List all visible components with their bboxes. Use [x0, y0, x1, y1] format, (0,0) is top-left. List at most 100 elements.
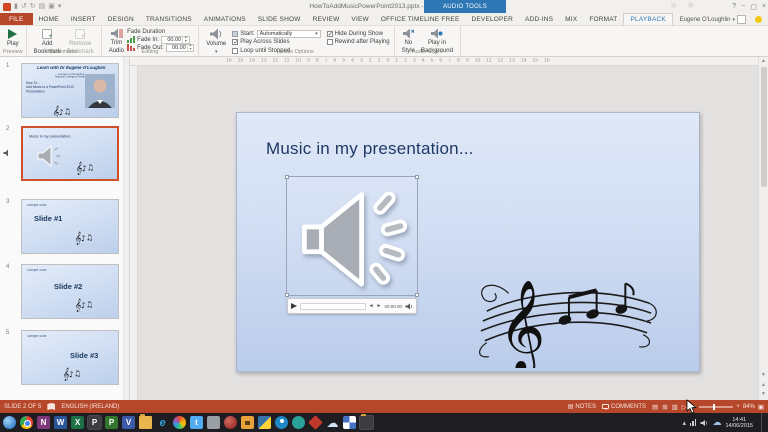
zoom-slider-thumb[interactable]	[713, 404, 715, 410]
new-slide-icon[interactable]: ▤	[39, 3, 46, 11]
file-explorer-icon[interactable]	[139, 416, 152, 429]
network-app-icon[interactable]	[292, 416, 305, 429]
checkbox-icon[interactable]	[327, 39, 333, 45]
project-icon[interactable]: P	[105, 416, 118, 429]
thumbnail-slide-1[interactable]: 1 Learn with Dr Eugene O'Loughlin Lectur…	[0, 63, 124, 120]
play-across-slides-option[interactable]: Play Across Slides	[232, 39, 320, 46]
network-icon[interactable]	[690, 419, 697, 426]
hide-during-show-option[interactable]: Hide During Show	[327, 30, 390, 37]
word-icon[interactable]: W	[54, 416, 67, 429]
audio-player-bar[interactable]: ◄ ► 00:00.00	[287, 298, 417, 314]
zoom-out-button[interactable]: −	[693, 404, 697, 410]
spinner-arrows-icon[interactable]: ▲▼	[182, 36, 188, 43]
player-progress-bar[interactable]	[300, 303, 366, 310]
audio-object-selection[interactable]	[286, 176, 418, 296]
volume-tray-icon[interactable]	[700, 419, 708, 427]
tab-review[interactable]: REVIEW	[307, 13, 346, 25]
powerpoint-app-icon[interactable]	[3, 3, 11, 11]
player-forward-button[interactable]: ►	[377, 304, 382, 309]
thumbnail-slide-4[interactable]: 4 Sample Slide Slide #2 𝄞♪♫	[0, 264, 124, 322]
twitter-icon[interactable]: t	[190, 416, 203, 429]
remote-desktop-icon[interactable]	[343, 416, 356, 429]
excel-icon[interactable]: X	[71, 416, 84, 429]
start-button[interactable]	[3, 416, 16, 429]
slide-sorter-view-button[interactable]: ⊞	[662, 403, 667, 411]
onenote-icon[interactable]: N	[37, 416, 50, 429]
thumbnail-slide-5[interactable]: 5 Sample Slide Slide #3 𝄞♪♫	[0, 330, 124, 388]
zoom-in-button[interactable]: +	[736, 404, 740, 410]
tab-add-ins[interactable]: ADD-INS	[519, 13, 559, 25]
onedrive-tray-icon[interactable]: ☁	[712, 417, 721, 428]
checkbox-checked-icon[interactable]	[327, 31, 333, 37]
powerpoint-taskbar-icon[interactable]: P	[88, 416, 101, 429]
panel-scrollbar[interactable]	[123, 57, 129, 400]
vertical-scrollbar[interactable]: ▲ ▼ ▲ ▼	[758, 57, 768, 400]
fade-in-spinner[interactable]: 00.00 ▲▼	[161, 36, 189, 44]
diamond-app-icon[interactable]	[308, 415, 323, 430]
color-wheel-app-icon[interactable]	[173, 416, 186, 429]
resize-handle[interactable]	[415, 293, 419, 297]
spell-check-icon[interactable]	[47, 403, 55, 410]
save-icon[interactable]: ▮	[14, 3, 18, 11]
language-indicator[interactable]: ENGLISH (IRELAND)	[61, 404, 119, 410]
tray-expand-icon[interactable]: ▴	[682, 419, 686, 427]
thumbnail-slide-2[interactable]: 2 Music in my presentation... 𝄞♪♫	[0, 126, 124, 185]
music-notes-clipart[interactable]: 𝄞	[469, 273, 657, 368]
rewind-after-playing-option[interactable]: Rewind after Playing	[327, 39, 390, 46]
start-dropdown[interactable]: Automatically ▾	[257, 30, 321, 38]
slideshow-button[interactable]: ▷	[682, 403, 687, 411]
scrollbar-thumb[interactable]	[761, 67, 767, 187]
show-desktop-button[interactable]	[761, 413, 765, 432]
fit-to-window-button[interactable]: ▣	[758, 403, 764, 411]
player-volume-icon[interactable]	[405, 303, 413, 310]
thumbnail-slide-3[interactable]: 3 Sample Slide Slide #1 𝄞♪♫	[0, 199, 124, 256]
zoom-level[interactable]: 84%	[743, 404, 755, 410]
resize-handle[interactable]	[415, 175, 419, 179]
slide-canvas[interactable]: Music in my presentation...	[236, 112, 700, 372]
tab-animations[interactable]: ANIMATIONS	[198, 13, 252, 25]
tab-playback[interactable]: PLAYBACK	[623, 13, 672, 25]
play-button[interactable]: Play	[4, 28, 22, 48]
visio-icon[interactable]: V	[122, 416, 135, 429]
restore-button[interactable]: ▢	[750, 3, 757, 11]
account-name[interactable]: Eugene O'Loughlin ▾	[680, 13, 746, 26]
speaker-clipart[interactable]	[291, 181, 415, 291]
tab-office-timeline-free[interactable]: OFFICE TIMELINE FREE	[375, 13, 466, 25]
next-slide-button[interactable]: ▼	[759, 392, 768, 397]
player-back-button[interactable]: ◄	[369, 304, 374, 309]
people-app-icon[interactable]	[275, 416, 288, 429]
reading-view-button[interactable]: ▥	[672, 403, 678, 411]
checkbox-checked-icon[interactable]	[232, 39, 238, 45]
normal-view-button[interactable]: ▤	[652, 403, 658, 411]
media-app-icon[interactable]	[224, 416, 237, 429]
tab-view[interactable]: VIEW	[345, 13, 374, 25]
tab-slide-show[interactable]: SLIDE SHOW	[252, 13, 307, 25]
resize-handle[interactable]	[285, 293, 289, 297]
close-button[interactable]: ×	[762, 3, 766, 10]
undo-icon[interactable]: ↺	[21, 3, 27, 11]
open-folder-icon[interactable]	[360, 416, 373, 429]
python-icon[interactable]	[258, 416, 271, 429]
scroll-up-icon[interactable]: ▲	[759, 58, 768, 64]
tab-mix[interactable]: MIX	[559, 13, 583, 25]
onedrive-icon[interactable]: ☁	[326, 416, 339, 429]
comments-toggle[interactable]: COMMENTS	[602, 404, 646, 410]
chrome-icon[interactable]	[20, 416, 33, 429]
internet-explorer-icon[interactable]: e	[156, 416, 169, 429]
tab-design[interactable]: DESIGN	[102, 13, 140, 25]
minimize-button[interactable]: −	[741, 3, 745, 10]
notes-toggle[interactable]: ▤ NOTES	[568, 403, 596, 410]
resize-handle[interactable]	[285, 175, 289, 179]
system-clock[interactable]: 14:41 14/06/2015	[725, 417, 757, 429]
slide-title[interactable]: Music in my presentation...	[266, 139, 474, 159]
scroll-down-icon[interactable]: ▼	[759, 372, 768, 378]
gray-app-icon[interactable]	[207, 416, 220, 429]
previous-slide-button[interactable]: ▲	[759, 383, 768, 388]
help-button[interactable]: ?	[732, 3, 736, 10]
tab-format[interactable]: FORMAT	[583, 13, 623, 25]
tab-file[interactable]: FILE	[0, 13, 33, 25]
tab-insert[interactable]: INSERT	[65, 13, 102, 25]
preview-icon[interactable]: ▣	[48, 3, 55, 11]
tab-developer[interactable]: DEVELOPER	[465, 13, 519, 25]
zoom-slider[interactable]	[699, 406, 733, 408]
